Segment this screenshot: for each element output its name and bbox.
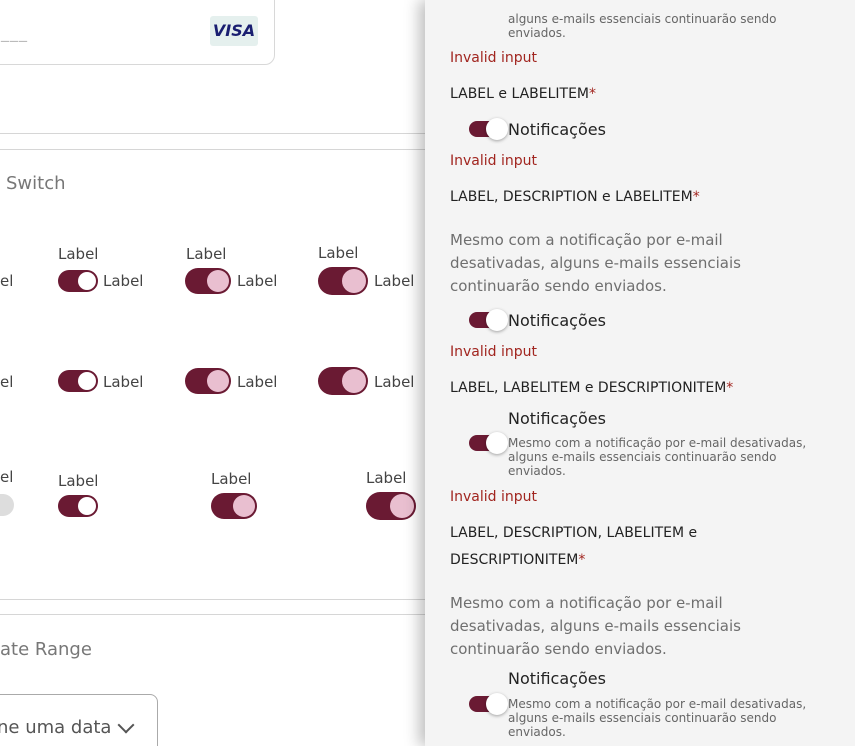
switch-label: Label xyxy=(211,470,252,488)
divider xyxy=(0,599,425,600)
item-description: Mesmo com a notificação por e-mail desat… xyxy=(508,436,807,478)
required-mark: * xyxy=(589,86,597,102)
switch-knob xyxy=(78,497,96,515)
switch-toggle[interactable] xyxy=(366,492,416,520)
field-heading-text: LABEL, DESCRIPTION e LABELITEM xyxy=(450,189,693,205)
status-bar xyxy=(425,0,855,8)
switch-knob xyxy=(207,370,229,392)
switch-toggle[interactable] xyxy=(211,493,257,519)
item-description: alguns e-mails essenciais continuarão se… xyxy=(508,12,813,40)
switch-knob xyxy=(486,432,508,454)
divider xyxy=(0,149,425,150)
field-heading-text: DESCRIPTIONITEM xyxy=(450,552,579,568)
switch-label: Label xyxy=(237,373,278,391)
switch-knob xyxy=(342,369,366,393)
item-description-line: enviados. xyxy=(508,26,566,40)
switch-knob xyxy=(342,269,366,293)
chevron-down-icon xyxy=(117,716,135,734)
switch-toggle[interactable] xyxy=(58,370,98,392)
required-mark: * xyxy=(692,189,700,205)
switch-label: Label xyxy=(366,469,407,487)
switch-label: Label xyxy=(103,272,144,290)
switch-toggle[interactable] xyxy=(469,432,508,454)
switch-toggle[interactable] xyxy=(469,693,508,715)
switch-item-label: Notificações xyxy=(508,669,606,688)
switch-toggle[interactable] xyxy=(469,309,508,331)
field-heading: LABEL e LABELITEM* xyxy=(450,86,596,102)
switch-item-label: Notificações xyxy=(508,311,606,330)
switch-knob xyxy=(233,495,255,517)
required-mark: * xyxy=(578,552,586,568)
switch-toggle[interactable] xyxy=(185,368,231,394)
switch-knob xyxy=(207,270,229,292)
android-preview-panel: alguns e-mails essenciais continuarão se… xyxy=(425,0,855,746)
card-number-input[interactable]: ___ VISA xyxy=(0,0,275,65)
switch-knob xyxy=(78,272,96,290)
field-description: Mesmo com a notificação por e-mail desat… xyxy=(450,231,741,295)
required-mark: * xyxy=(726,380,734,396)
field-heading-text: LABEL e LABELITEM xyxy=(450,86,590,102)
switch-label: Label xyxy=(374,272,415,290)
switch-toggle[interactable] xyxy=(185,268,231,294)
field-heading: LABEL, DESCRIPTION e LABELITEM* xyxy=(450,189,700,205)
switch-label: Label xyxy=(58,245,99,263)
switch-knob xyxy=(486,693,508,715)
switch-toggle[interactable] xyxy=(58,495,98,517)
error-message: Invalid input xyxy=(450,50,537,66)
switch-knob xyxy=(78,372,96,390)
switch-label: Label xyxy=(58,472,99,490)
switch-label: Label xyxy=(237,272,278,290)
field-heading: DESCRIPTIONITEM* xyxy=(450,552,585,568)
switch-toggle[interactable] xyxy=(318,267,368,295)
switch-label: Label xyxy=(318,244,359,262)
visa-icon: VISA xyxy=(210,16,258,46)
switch-label: el xyxy=(0,272,14,290)
switch-knob xyxy=(390,494,414,518)
web-showcase: ___ VISA Switch el Label Label Label Lab… xyxy=(0,0,425,746)
switch-label: Label xyxy=(103,373,144,391)
switch-toggle-off[interactable] xyxy=(0,494,14,516)
switch-label: Label xyxy=(186,245,227,263)
item-description: Mesmo com a notificação por e-mail desat… xyxy=(508,697,807,739)
divider xyxy=(0,133,425,134)
switch-knob xyxy=(486,118,508,140)
switch-label: el xyxy=(0,468,14,486)
switch-label: el xyxy=(0,373,14,391)
field-description: Mesmo com a notificação por e-mail desat… xyxy=(450,594,741,658)
error-message: Invalid input xyxy=(450,489,537,505)
field-heading: LABEL, LABELITEM e DESCRIPTIONITEM* xyxy=(450,380,733,396)
date-select-placeholder: ne uma data xyxy=(0,717,112,738)
item-description-line: alguns e-mails essenciais continuarão se… xyxy=(508,12,777,26)
date-range-section-title: ate Range xyxy=(0,639,92,660)
switch-item-label: Notificações xyxy=(508,409,606,428)
switch-toggle[interactable] xyxy=(469,118,508,140)
switch-label: Label xyxy=(374,373,415,391)
switch-item-label: Notificações xyxy=(508,120,606,139)
field-heading-line: LABEL, DESCRIPTION, LABELITEM e xyxy=(450,525,698,541)
error-message: Invalid input xyxy=(450,153,537,169)
divider xyxy=(0,614,425,615)
switch-toggle[interactable] xyxy=(318,367,368,395)
switch-knob xyxy=(486,309,508,331)
switch-toggle[interactable] xyxy=(58,270,98,292)
switch-section-title: Switch xyxy=(6,173,66,194)
error-message: Invalid input xyxy=(450,344,537,360)
card-number-mask: ___ xyxy=(1,23,28,42)
field-heading-text: LABEL, LABELITEM e DESCRIPTIONITEM xyxy=(450,380,727,396)
date-select[interactable]: ne uma data xyxy=(0,694,158,746)
